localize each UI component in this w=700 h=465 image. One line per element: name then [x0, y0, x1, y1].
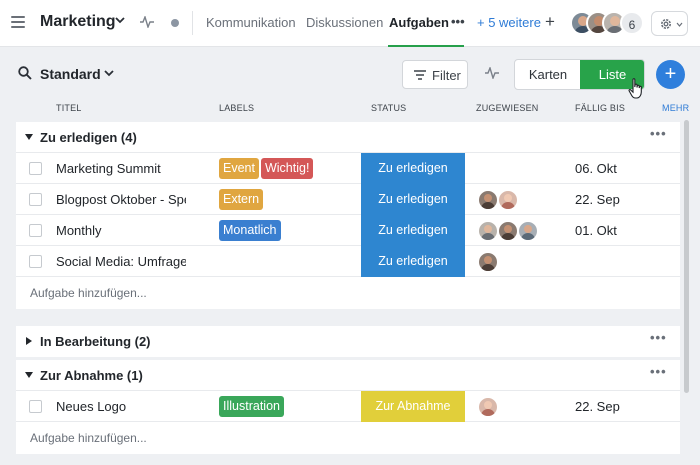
member-avatars[interactable]: 6	[570, 11, 644, 35]
task-title[interactable]: Social Media: Umfrage	[56, 254, 186, 269]
label-chip[interactable]: Wichtig!	[260, 158, 314, 179]
task-title[interactable]: Blogpost Oktober - Speci...	[56, 192, 186, 207]
table-row[interactable]: Monthly Monatlich Zu erledigen 01. Okt	[16, 215, 680, 246]
task-labels: Monatlich	[219, 220, 283, 241]
active-tab-indicator	[388, 45, 464, 47]
tab-kommunikation[interactable]: Kommunikation	[206, 15, 296, 30]
search-icon[interactable]	[18, 66, 32, 80]
label-chip[interactable]: Illustration	[219, 396, 284, 417]
table-row[interactable]: Neues Logo Illustration Zur Abnahme 22. …	[16, 391, 680, 422]
due-date[interactable]: 01. Okt	[575, 223, 617, 238]
more-columns-link[interactable]: MEHR	[662, 103, 689, 113]
avatar[interactable]	[478, 190, 498, 210]
avatar[interactable]	[498, 221, 518, 241]
member-count-badge[interactable]: 6	[620, 11, 644, 35]
add-task-link[interactable]: Aufgabe hinzufügen...	[30, 286, 147, 300]
task-checkbox[interactable]	[29, 224, 42, 237]
group-header[interactable]: In Bearbeitung (2) •••	[16, 326, 680, 357]
task-title[interactable]: Neues Logo	[56, 399, 186, 414]
group-title: Zu erledigen (4)	[40, 130, 137, 145]
due-date[interactable]: 22. Sep	[575, 192, 620, 207]
view-toggle: Karten Liste	[514, 59, 645, 90]
caret-down-icon[interactable]	[25, 134, 33, 140]
add-task-row[interactable]: Aufgabe hinzufügen...	[16, 277, 680, 308]
status-badge[interactable]: Zu erledigen	[361, 215, 465, 246]
avatar[interactable]	[478, 221, 498, 241]
caret-right-icon[interactable]	[26, 337, 32, 345]
tab-options-icon[interactable]: •••	[451, 14, 465, 29]
task-labels: Illustration	[219, 396, 286, 417]
group-in-progress: In Bearbeitung (2) •••	[16, 326, 680, 357]
tab-diskussionen[interactable]: Diskussionen	[306, 15, 383, 30]
column-header-status[interactable]: STATUS	[371, 103, 406, 113]
label-chip[interactable]: Extern	[219, 189, 264, 210]
view-selector[interactable]: Standard	[40, 66, 101, 82]
status-badge[interactable]: Zu erledigen	[361, 246, 465, 277]
top-bar: Marketing Kommunikation Diskussionen Auf…	[0, 0, 700, 47]
group-options-icon[interactable]: •••	[650, 126, 667, 141]
avatar[interactable]	[498, 190, 518, 210]
filter-button[interactable]: Filter	[402, 60, 468, 89]
chevron-down-icon[interactable]	[104, 69, 114, 77]
activity-icon[interactable]	[140, 16, 154, 28]
task-labels: Extern	[219, 189, 265, 210]
hand-cursor-icon	[628, 78, 642, 99]
project-title[interactable]: Marketing	[40, 13, 116, 31]
column-header-title[interactable]: TITEL	[56, 103, 82, 113]
task-title[interactable]: Monthly	[56, 223, 186, 238]
status-badge[interactable]: Zu erledigen	[361, 153, 465, 184]
chevron-down-icon[interactable]	[115, 16, 125, 24]
group-title: Zur Abnahme (1)	[40, 368, 143, 383]
filter-icon	[414, 70, 426, 80]
group-todo: Zu erledigen (4) ••• Marketing Summit Ev…	[16, 122, 680, 309]
task-checkbox[interactable]	[29, 255, 42, 268]
status-badge[interactable]: Zu erledigen	[361, 184, 465, 215]
settings-button[interactable]	[651, 11, 688, 36]
table-row[interactable]: Social Media: Umfrage Zu erledigen	[16, 246, 680, 277]
group-options-icon[interactable]: •••	[650, 330, 667, 345]
chevron-down-icon	[676, 22, 683, 27]
group-header[interactable]: Zur Abnahme (1) •••	[16, 360, 680, 391]
gear-icon	[661, 19, 671, 29]
column-header-due[interactable]: FÄLLIG BIS	[575, 103, 625, 113]
cards-view-button[interactable]: Karten	[515, 60, 581, 89]
tab-aufgaben[interactable]: Aufgaben	[389, 15, 449, 30]
divider	[192, 11, 193, 35]
task-checkbox[interactable]	[29, 193, 42, 206]
avatar[interactable]	[478, 252, 498, 272]
column-header-assigned[interactable]: ZUGEWIESEN	[476, 103, 539, 113]
status-dot-icon	[171, 19, 179, 27]
task-title[interactable]: Marketing Summit	[56, 161, 186, 176]
due-date[interactable]: 06. Okt	[575, 161, 617, 176]
table-row[interactable]: Blogpost Oktober - Speci... Extern Zu er…	[16, 184, 680, 215]
group-review: Zur Abnahme (1) ••• Neues Logo Illustrat…	[16, 360, 680, 454]
add-task-link[interactable]: Aufgabe hinzufügen...	[30, 431, 147, 445]
due-date[interactable]: 22. Sep	[575, 399, 620, 414]
table-row[interactable]: Marketing Summit Event Wichtig! Zu erledi…	[16, 153, 680, 184]
group-title: In Bearbeitung (2)	[40, 334, 151, 349]
group-options-icon[interactable]: •••	[650, 364, 667, 379]
add-tab-button[interactable]: +	[545, 12, 555, 32]
menu-icon[interactable]	[11, 16, 25, 28]
caret-down-icon[interactable]	[25, 372, 33, 378]
activity-icon[interactable]	[485, 67, 499, 79]
task-labels: Event Wichtig!	[219, 158, 315, 179]
label-chip[interactable]: Monatlich	[219, 220, 281, 241]
scrollbar[interactable]	[684, 120, 689, 393]
column-header-labels[interactable]: LABELS	[219, 103, 254, 113]
status-badge[interactable]: Zur Abnahme	[361, 391, 465, 422]
task-checkbox[interactable]	[29, 400, 42, 413]
group-header[interactable]: Zu erledigen (4) •••	[16, 122, 680, 153]
avatar[interactable]	[518, 221, 538, 241]
avatar[interactable]	[478, 397, 498, 417]
add-task-button[interactable]: +	[656, 60, 685, 89]
add-task-row[interactable]: Aufgabe hinzufügen...	[16, 422, 680, 453]
filter-label: Filter	[432, 68, 461, 83]
more-tabs-link[interactable]: + 5 weitere	[477, 15, 541, 30]
label-chip[interactable]: Event	[219, 158, 259, 179]
task-checkbox[interactable]	[29, 162, 42, 175]
